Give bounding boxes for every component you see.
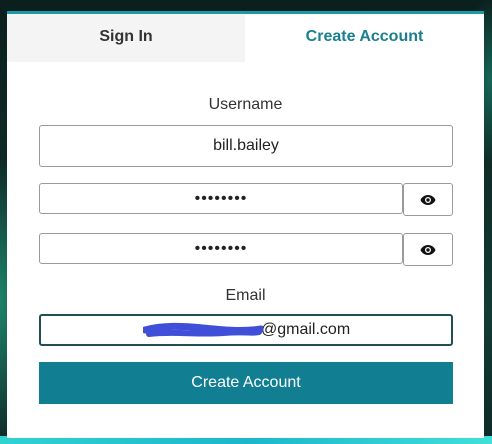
username-label: Username: [208, 96, 283, 113]
email-input[interactable]: [39, 314, 453, 346]
confirm-password-input[interactable]: [39, 233, 403, 264]
tab-create-account[interactable]: Create Account: [245, 14, 484, 62]
email-label: Email: [225, 287, 266, 304]
show-password-button[interactable]: [403, 183, 453, 216]
create-account-button[interactable]: Create Account: [39, 362, 453, 404]
eye-icon: [420, 244, 436, 255]
auth-tabs: Sign In Create Account: [7, 14, 484, 62]
eye-icon: [420, 194, 436, 205]
username-input[interactable]: [39, 125, 453, 167]
password-input[interactable]: [39, 183, 403, 214]
email-field-wrapper: [39, 314, 453, 346]
tab-sign-in[interactable]: Sign In: [7, 14, 245, 62]
show-confirm-password-button[interactable]: [403, 233, 453, 266]
auth-card: Sign In Create Account Username Email Cr…: [7, 11, 484, 438]
